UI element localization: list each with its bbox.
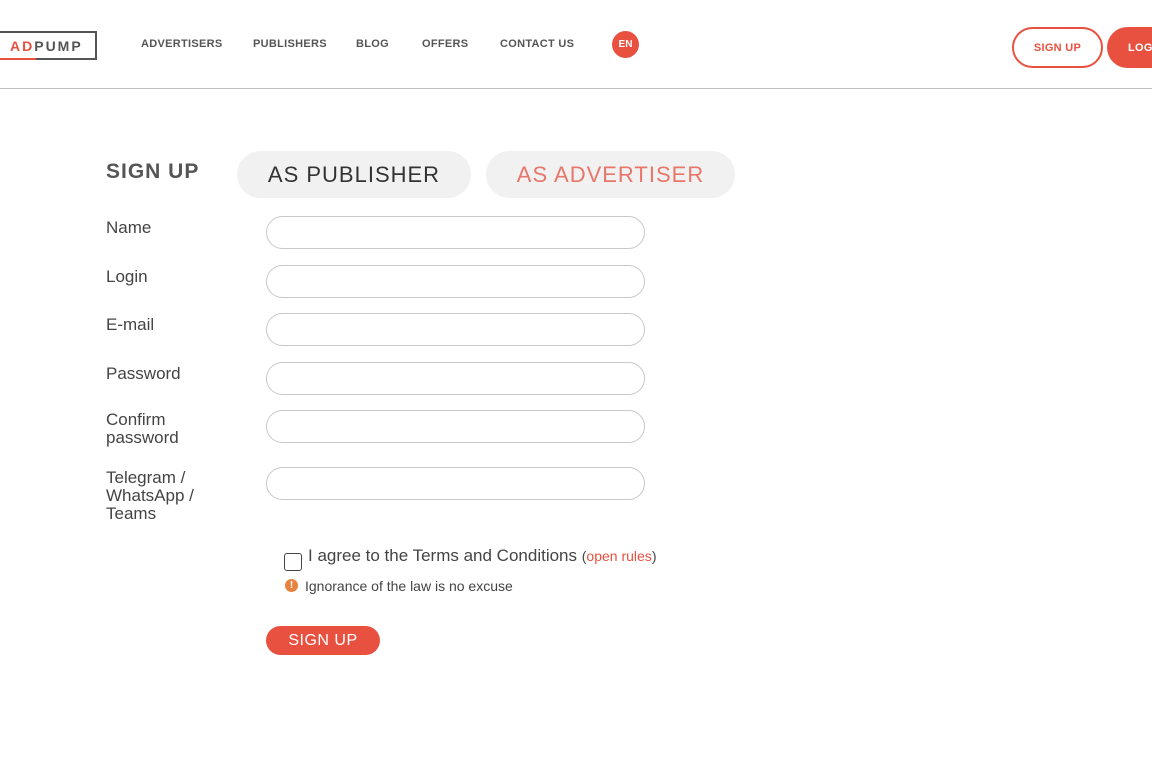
adpump-logo[interactable]: AD PUMP bbox=[0, 31, 97, 60]
header-login-button[interactable]: LOG bbox=[1107, 27, 1152, 68]
logo-part-pump: PUMP bbox=[34, 37, 83, 54]
name-input[interactable] bbox=[266, 216, 645, 249]
nav-advertisers[interactable]: ADVERTISERS bbox=[141, 38, 223, 50]
terms-agreement-text: I agree to the Terms and Conditions bbox=[308, 546, 578, 565]
login-label: Login bbox=[106, 267, 148, 286]
signup-title: SIGN UP bbox=[106, 160, 200, 183]
rules-paren-close: ) bbox=[651, 548, 657, 564]
confirm-password-input[interactable] bbox=[266, 410, 645, 443]
nav-publishers[interactable]: PUBLISHERS bbox=[253, 38, 327, 50]
page: AD PUMP ADVERTISERS PUBLISHERS BLOG OFFER… bbox=[0, 0, 1152, 768]
top-header: AD PUMP ADVERTISERS PUBLISHERS BLOG OFFER… bbox=[0, 0, 1152, 89]
nav-contact-us[interactable]: CONTACT US bbox=[500, 38, 574, 50]
email-label: E-mail bbox=[106, 315, 155, 334]
logo-part-ad: AD bbox=[10, 37, 35, 54]
messenger-label: Telegram / WhatsApp / Teams bbox=[106, 468, 194, 523]
email-input[interactable] bbox=[266, 313, 645, 346]
tab-as-publisher[interactable]: AS PUBLISHER bbox=[237, 151, 471, 198]
login-input[interactable] bbox=[266, 265, 645, 298]
password-label: Password bbox=[106, 364, 181, 383]
open-rules-link[interactable]: open rules bbox=[586, 548, 651, 564]
terms-agreement: I agree to the Terms and Conditions (ope… bbox=[308, 546, 656, 566]
nav-blog[interactable]: BLOG bbox=[356, 38, 389, 50]
warning-text: Ignorance of the law is no excuse bbox=[305, 578, 513, 594]
signup-submit-button[interactable]: SIGN UP bbox=[266, 626, 380, 655]
password-input[interactable] bbox=[266, 362, 645, 395]
logo-accent-bar bbox=[0, 58, 36, 60]
exclamation-circle-icon: ! bbox=[285, 579, 298, 592]
name-label: Name bbox=[106, 218, 152, 237]
header-signup-button[interactable]: SIGN UP bbox=[1012, 27, 1103, 68]
terms-checkbox[interactable] bbox=[284, 553, 302, 571]
confirm-password-label: Confirm password bbox=[106, 410, 179, 447]
messenger-input[interactable] bbox=[266, 467, 645, 500]
tab-as-advertiser[interactable]: AS ADVERTISER bbox=[486, 151, 735, 198]
nav-offers[interactable]: OFFERS bbox=[422, 38, 468, 50]
language-switch[interactable]: EN bbox=[612, 31, 639, 58]
